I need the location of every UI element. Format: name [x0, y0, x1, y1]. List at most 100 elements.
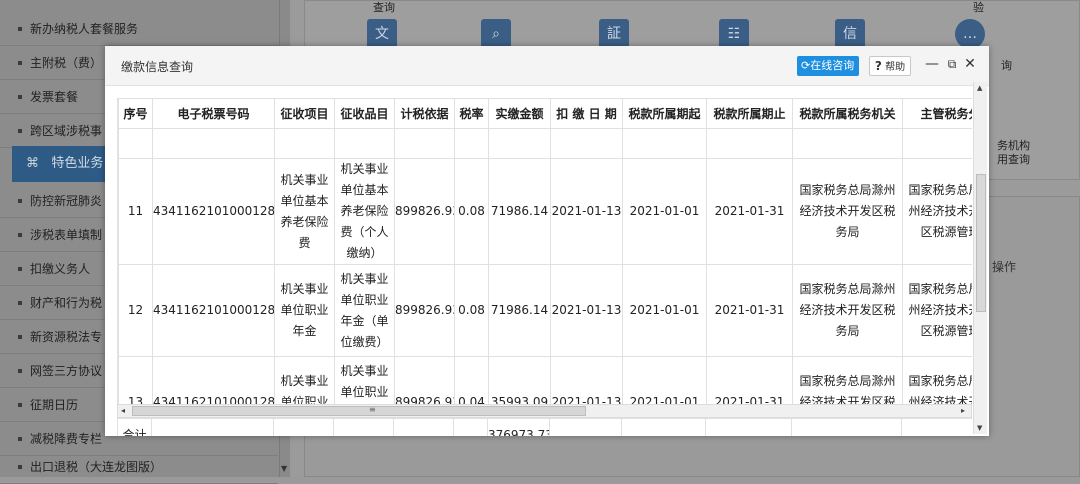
help-label: 帮助	[885, 62, 906, 73]
table-row[interactable]: 11 434116210100012800 机关事业单位基本养老保险费 机关事业…	[118, 158, 972, 265]
question-icon: ?	[874, 59, 882, 73]
tax-branch-cell: 国家税务总局滁州经济技术开发区税源管理	[902, 264, 972, 357]
scroll-left-icon[interactable]: ◂	[121, 405, 125, 417]
column-header[interactable]: 税款所属税务机关	[792, 98, 903, 129]
sidebar-item[interactable]: 出口退税（大连龙图版）	[0, 450, 278, 484]
period-start-cell: 2021-01-01	[622, 264, 707, 357]
table-cell	[488, 128, 551, 159]
tax-org-query-label: 用查询	[997, 153, 1030, 166]
ticket-number-cell: 434116210100012800	[152, 158, 275, 265]
table-cell	[453, 418, 488, 436]
column-header[interactable]: 征收品目	[334, 98, 395, 129]
column-header[interactable]: 税款所属期止	[706, 98, 793, 129]
table-cell	[151, 418, 274, 436]
column-header[interactable]: 征收项目	[274, 98, 335, 129]
tax-basis-cell: 899826.93	[394, 158, 455, 265]
column-header[interactable]: 主管税务分	[902, 98, 972, 129]
column-header[interactable]: 实缴金额	[488, 98, 551, 129]
period-start-cell: 2021-01-01	[622, 356, 707, 404]
tax-authority-cell: 国家税务总局滁州经济技术开发区税务局	[792, 356, 903, 404]
levy-item-cell: 机关事业单位职业年金	[274, 356, 335, 404]
query-label-right: 询	[1001, 59, 1012, 72]
vertical-scrollbar[interactable]: ▲ ▼	[973, 82, 987, 434]
payment-table: 序号 电子税票号码 征收项目 征收品目 计税依据 税率 实缴金额 扣 缴 日 期…	[117, 98, 972, 404]
seq-cell: 11	[118, 158, 153, 265]
tax-authority-cell: 国家税务总局滁州经济技术开发区税务局	[792, 264, 903, 357]
minimize-icon[interactable]: —	[923, 54, 941, 74]
verify-label: 验	[973, 1, 984, 14]
scrollbar-thumb[interactable]	[976, 174, 986, 312]
table-cell	[902, 128, 972, 159]
document-query-icon[interactable]: 文	[367, 19, 397, 49]
tax-branch-cell: 国家税务总局滁州经济技术开发区税源管理	[902, 356, 972, 404]
period-end-cell: 2021-01-31	[706, 356, 793, 404]
scrollbar-thumb[interactable]: ≡	[132, 405, 586, 416]
table-cell	[274, 128, 335, 159]
table-header-row: 序号 电子税票号码 征收项目 征收品目 计税依据 税率 实缴金额 扣 缴 日 期…	[118, 98, 972, 129]
table-row[interactable]: 12 434116210100012800 机关事业单位职业年金 机关事业单位职…	[118, 264, 972, 357]
grip-icon: ≡	[369, 405, 376, 414]
payment-query-dialog: 缴款信息查询 ⟳在线咨询 ? 帮助 — ⧉ ✕ 序号 电子税票号码 征收项目 征…	[105, 46, 989, 436]
deduct-date-cell: 2021-01-13	[550, 356, 623, 404]
table-row[interactable]	[118, 128, 972, 159]
close-icon[interactable]: ✕	[961, 54, 979, 74]
tax-basis-cell: 899826.93	[394, 264, 455, 357]
grid-icon: ⌘	[26, 156, 39, 171]
table-cell	[706, 128, 793, 159]
scroll-up-icon[interactable]: ▲	[977, 84, 982, 92]
sidebar-item[interactable]: 新办纳税人套餐服务	[0, 12, 278, 46]
table-cell	[549, 418, 622, 436]
column-header[interactable]: 序号	[118, 98, 153, 129]
dialog-header: 缴款信息查询 ⟳在线咨询 ? 帮助 — ⧉ ✕	[105, 46, 989, 86]
table-cell	[621, 418, 706, 436]
dialog-title: 缴款信息查询	[121, 60, 194, 74]
period-end-cell: 2021-01-31	[706, 264, 793, 357]
deduct-date-cell: 2021-01-13	[550, 264, 623, 357]
online-consult-button[interactable]: ⟳在线咨询	[797, 56, 859, 76]
seq-cell: 12	[118, 264, 153, 357]
credit-icon[interactable]: 信	[835, 19, 865, 49]
table-cell	[705, 418, 792, 436]
table-row[interactable]: 13 434116210100012800 机关事业单位职业年金 机关事业单位职…	[118, 356, 972, 404]
column-header[interactable]: 电子税票号码	[152, 98, 275, 129]
total-label: 合计	[117, 418, 152, 436]
search-icon[interactable]: ⌕	[481, 19, 511, 49]
paid-amount-cell: 71986.14	[488, 158, 551, 265]
total-amount: 376973.73	[487, 418, 550, 436]
ticket-number-cell: 434116210100012800	[152, 264, 275, 357]
period-start-cell: 2021-01-01	[622, 158, 707, 265]
deduct-date-cell: 2021-01-13	[550, 158, 623, 265]
paid-amount-cell: 35993.09	[488, 356, 551, 404]
table-cell	[393, 418, 454, 436]
column-header[interactable]: 计税依据	[394, 98, 455, 129]
certificate-icon[interactable]: 証	[599, 19, 629, 49]
levy-item-cell: 机关事业单位基本养老保险费	[274, 158, 335, 265]
column-header[interactable]: 扣 缴 日 期	[550, 98, 623, 129]
levy-subitem-cell: 机关事业单位职业年金（个人缴费）	[334, 356, 395, 404]
tax-branch-cell: 国家税务总局滁州经济技术开发区税源管理	[902, 158, 972, 265]
table-cell	[550, 128, 623, 159]
levy-subitem-cell: 机关事业单位基本养老保险费（个人缴纳）	[334, 158, 395, 265]
online-consult-label: 在线咨询	[810, 59, 855, 72]
operation-header: 操作	[992, 260, 1017, 274]
table-cell	[333, 418, 394, 436]
table-cell	[334, 128, 395, 159]
sidebar-item-label: 特色业务	[51, 156, 104, 171]
maximize-icon[interactable]: ⧉	[943, 54, 961, 74]
profile-search-icon[interactable]: ☷	[719, 19, 749, 49]
scroll-down-icon[interactable]: ▼	[977, 424, 982, 432]
headset-icon: ⟳	[801, 59, 811, 72]
scroll-right-icon[interactable]: ▸	[961, 405, 965, 417]
column-header[interactable]: 税率	[454, 98, 489, 129]
column-header[interactable]: 税款所属期起	[622, 98, 707, 129]
horizontal-scrollbar[interactable]: ◂ ≡ ▸	[117, 404, 972, 418]
chat-icon[interactable]: …	[955, 19, 985, 49]
table-cell	[622, 128, 707, 159]
tax-rate-cell: 0.08	[454, 264, 489, 357]
table-cell	[152, 128, 275, 159]
total-row: 合计 376973.73	[117, 418, 972, 436]
scroll-down-icon[interactable]: ▼	[281, 464, 287, 473]
seq-cell: 13	[118, 356, 153, 404]
help-button[interactable]: ? 帮助	[869, 56, 911, 76]
ticket-number-cell: 434116210100012800	[152, 356, 275, 404]
